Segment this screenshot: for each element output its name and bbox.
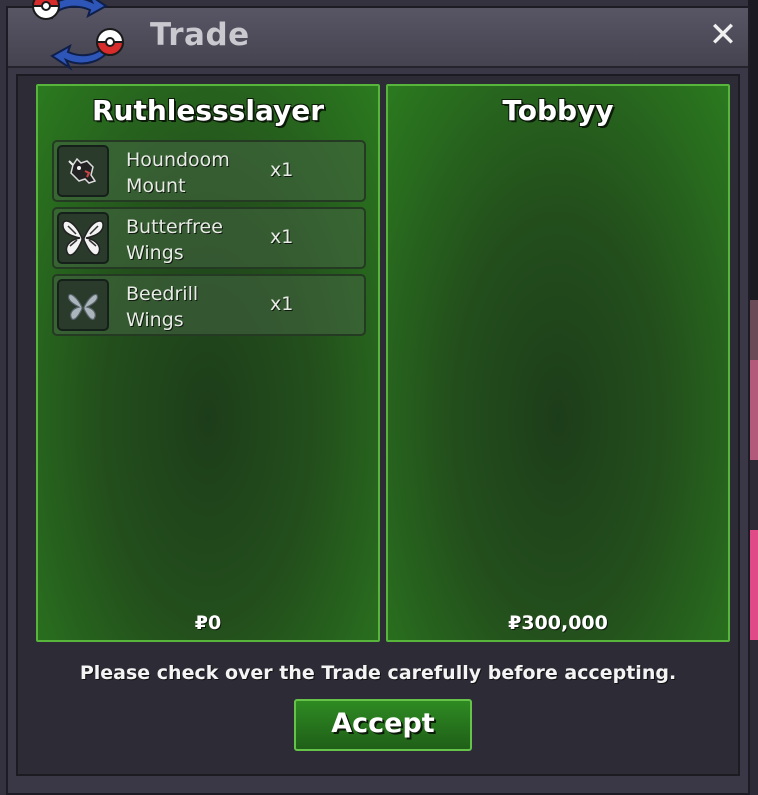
item-quantity: x1 (270, 226, 294, 248)
window-title: Trade (150, 17, 250, 53)
beedrill-wings-icon (57, 279, 109, 331)
panel-player-name: Tobbyy (502, 94, 614, 127)
trade-window: Trade ✕ Ruthlessslayer Houndoom Mount x1… (6, 6, 750, 795)
accept-button[interactable]: Accept (294, 699, 472, 751)
item-name: Butterfree Wings (126, 216, 223, 264)
item-name: Beedrill Wings (126, 283, 199, 331)
trade-panel-self: Ruthlessslayer Houndoom Mount x1 Butterf… (36, 84, 380, 642)
trade-item-list: Houndoom Mount x1 Butterfree Wings x1 Be… (52, 140, 366, 341)
item-quantity: x1 (270, 159, 294, 181)
houndoom-mount-icon (57, 145, 109, 197)
trade-panel-partner: Tobbyy ₽300,000 (386, 84, 730, 642)
money-offer: ₽300,000 (508, 612, 608, 634)
trade-item[interactable]: Butterfree Wings x1 (52, 207, 366, 269)
money-offer: ₽0 (194, 612, 222, 634)
trade-item[interactable]: Beedrill Wings x1 (52, 274, 366, 336)
panel-player-name: Ruthlessslayer (91, 94, 325, 127)
butterfree-wings-icon (57, 212, 109, 264)
game-scene: Trade ✕ Ruthlessslayer Houndoom Mount x1… (0, 0, 758, 795)
trade-notice: Please check over the Trade carefully be… (79, 662, 677, 684)
trade-logo-icon (26, 0, 132, 74)
close-button[interactable]: ✕ (706, 18, 740, 52)
item-name: Houndoom Mount (126, 149, 230, 197)
item-quantity: x1 (270, 293, 294, 315)
trade-item[interactable]: Houndoom Mount x1 (52, 140, 366, 202)
